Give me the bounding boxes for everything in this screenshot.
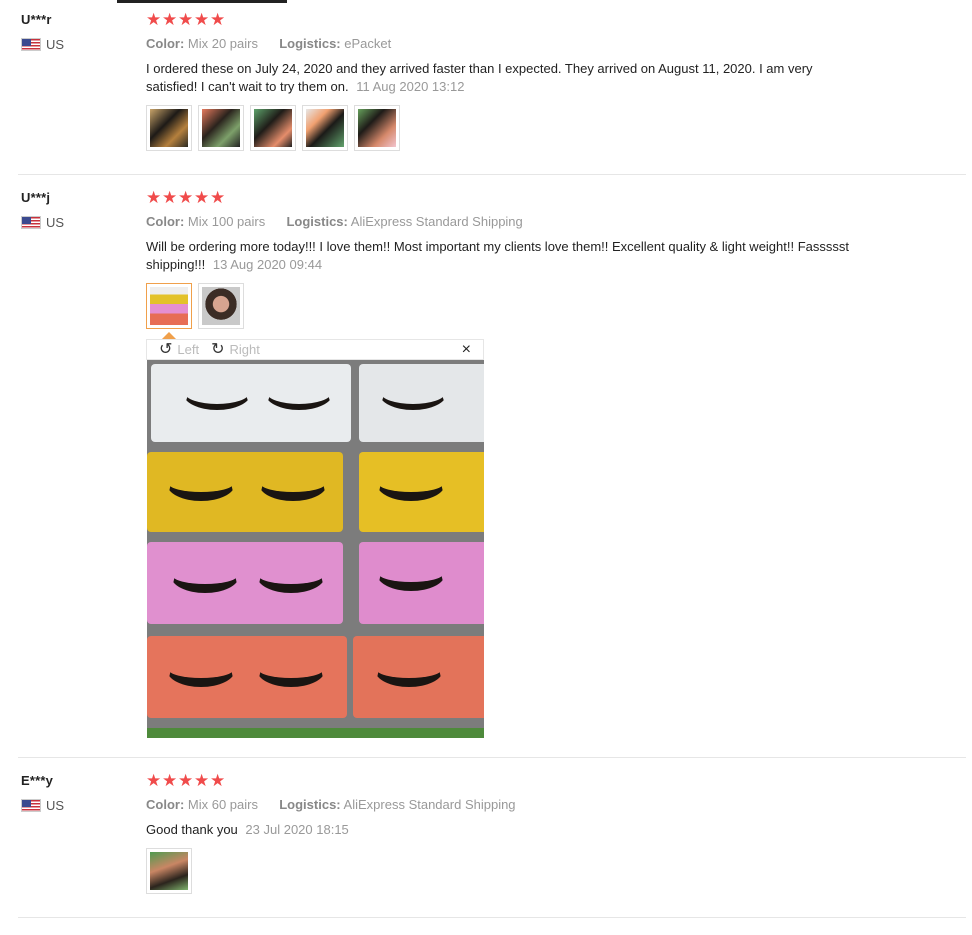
star-icon: ★ [162, 188, 178, 207]
photo-thumbnail[interactable] [146, 848, 192, 894]
review-photos [146, 105, 400, 151]
logistics-value: AliExpress Standard Shipping [350, 214, 523, 229]
star-icon: ★ [210, 10, 226, 29]
star-icon: ★ [210, 188, 226, 207]
review-date: 11 Aug 2020 13:12 [356, 79, 465, 94]
country-code: US [46, 798, 65, 813]
star-rating: ★ ★ ★ ★ ★ [146, 772, 226, 789]
us-flag-icon [21, 38, 41, 51]
star-icon: ★ [194, 10, 210, 29]
photo-thumbnail-selected[interactable] [146, 283, 192, 329]
review-content: Good thank you 23 Jul 2020 18:15 [146, 821, 866, 839]
enlarged-photo [147, 360, 484, 738]
country-code: US [46, 37, 65, 52]
rotate-left-button[interactable]: ↺ Left [159, 340, 200, 358]
rotate-left-icon: ↺ [159, 340, 173, 358]
rotate-right-icon: ↻ [211, 340, 225, 358]
close-icon[interactable]: × [462, 341, 471, 359]
review-attributes: Color: Mix 20 pairs Logistics: ePacket [146, 36, 391, 51]
review-attributes: Color: Mix 100 pairs Logistics: AliExpre… [146, 214, 523, 229]
star-rating: ★ ★ ★ ★ ★ [146, 11, 226, 28]
review-date: 13 Aug 2020 09:44 [212, 257, 323, 272]
viewer-pointer [162, 332, 176, 339]
active-tab-indicator [117, 0, 287, 3]
review-text: Good thank you [146, 822, 238, 837]
review-photos [146, 848, 192, 894]
photo-thumbnail[interactable] [198, 105, 244, 151]
star-icon: ★ [162, 771, 178, 790]
star-icon: ★ [178, 771, 194, 790]
review-attributes: Color: Mix 60 pairs Logistics: AliExpres… [146, 797, 516, 812]
star-icon: ★ [210, 771, 226, 790]
star-icon: ★ [178, 188, 194, 207]
reviewer-country: US [21, 37, 64, 52]
rotate-right-label: Right [229, 342, 260, 357]
review-divider [18, 757, 966, 758]
reviewer-country: US [21, 798, 64, 813]
color-value: Mix 20 pairs [187, 36, 258, 51]
viewer-toolbar: ↺ Left ↻ Right × [146, 339, 484, 360]
review-content: I ordered these on July 24, 2020 and the… [146, 60, 866, 96]
color-label: Color: [146, 797, 185, 812]
review-divider [18, 917, 966, 918]
reviewer-name: U***r [21, 12, 52, 27]
logistics-label: Logistics: [279, 36, 341, 51]
country-code: US [46, 215, 65, 230]
photo-thumbnail[interactable] [302, 105, 348, 151]
logistics-value: AliExpress Standard Shipping [343, 797, 516, 812]
star-icon: ★ [178, 10, 194, 29]
reviewer-name: E***y [21, 773, 54, 788]
star-icon: ★ [146, 188, 162, 207]
color-label: Color: [146, 214, 185, 229]
review-content: Will be ordering more today!!! I love th… [146, 238, 866, 274]
star-icon: ★ [194, 188, 210, 207]
color-value: Mix 100 pairs [187, 214, 266, 229]
logistics-value: ePacket [344, 36, 392, 51]
star-icon: ★ [194, 771, 210, 790]
review-text: I ordered these on July 24, 2020 and the… [146, 61, 813, 94]
photo-viewer: ↺ Left ↻ Right × [146, 332, 484, 739]
star-icon: ★ [162, 10, 178, 29]
us-flag-icon [21, 799, 41, 812]
reviewer-name: U***j [21, 190, 51, 205]
review-divider [18, 174, 966, 175]
logistics-label: Logistics: [279, 797, 341, 812]
review-photos [146, 283, 244, 329]
photo-thumbnail[interactable] [354, 105, 400, 151]
color-value: Mix 60 pairs [187, 797, 258, 812]
rotate-right-button[interactable]: ↻ Right [211, 340, 260, 358]
star-rating: ★ ★ ★ ★ ★ [146, 189, 226, 206]
star-icon: ★ [146, 10, 162, 29]
photo-thumbnail[interactable] [198, 283, 244, 329]
us-flag-icon [21, 216, 41, 229]
review-date: 23 Jul 2020 18:15 [245, 822, 349, 837]
photo-thumbnail[interactable] [250, 105, 296, 151]
logistics-label: Logistics: [286, 214, 348, 229]
rotate-left-label: Left [177, 342, 200, 357]
photo-thumbnail[interactable] [146, 105, 192, 151]
reviewer-country: US [21, 215, 64, 230]
color-label: Color: [146, 36, 185, 51]
star-icon: ★ [146, 771, 162, 790]
